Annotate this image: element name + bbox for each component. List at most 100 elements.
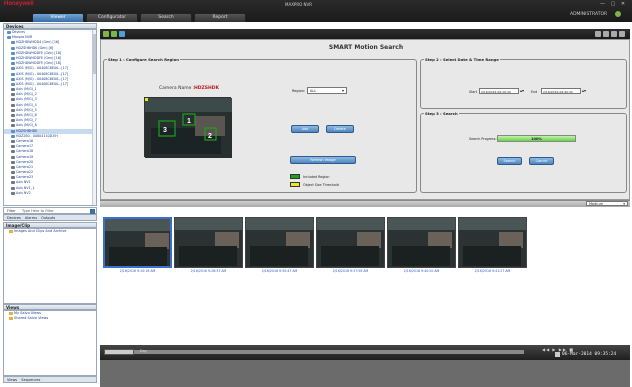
- device-icon: [11, 46, 15, 50]
- filter-icon[interactable]: [90, 208, 95, 214]
- device-icon: [11, 51, 15, 55]
- device-tree-label: Camera17: [16, 144, 34, 149]
- refresh-image-button[interactable]: Refresh Image: [290, 156, 356, 164]
- step2-group: Step 2 : Select Date & Time Range Start …: [420, 57, 627, 109]
- device-tree-label: HDZHDWHDDFE (Gen) [16]: [16, 55, 62, 60]
- delete-button[interactable]: Delete: [326, 125, 354, 133]
- device-tree-label: Axis (M/G)_1: [16, 87, 37, 92]
- window-controls[interactable]: — ▢ ✕: [600, 1, 627, 7]
- device-icon: [11, 93, 15, 97]
- progress-label: Search Progress:: [469, 137, 497, 141]
- thumbnail-size-dropdown[interactable]: Medium ▾: [586, 201, 628, 206]
- forward-icon[interactable]: [111, 31, 117, 37]
- add-button[interactable]: Add: [291, 125, 319, 133]
- timeline-track[interactable]: [104, 350, 524, 354]
- calendar-icon[interactable]: [555, 352, 560, 357]
- threshold-swatch: [290, 182, 300, 187]
- device-icon: [11, 165, 15, 169]
- smart-search-panel: SMART Motion Search Step 1 : Configure S…: [100, 39, 630, 200]
- progress-text: 100%: [531, 137, 542, 141]
- user-name[interactable]: ADMINISTRATOR: [570, 12, 607, 17]
- camera-name: HDZSHDK: [194, 86, 219, 91]
- search-button[interactable]: Search: [497, 157, 522, 165]
- thumbnail-size-value: Medium: [589, 202, 603, 206]
- device-tree-label: HDZHDWHDDFE (Gen) [16]: [16, 50, 62, 55]
- filter-bar: Filter Type Here to Filter: [3, 207, 97, 214]
- layout-3-icon[interactable]: [611, 31, 617, 37]
- folder-icon: [9, 312, 13, 315]
- device-icon: [11, 119, 15, 123]
- start-datetime[interactable]: 2/16/2016 09:10:32: [479, 88, 519, 94]
- device-icon: [11, 171, 15, 175]
- thumbnail-caption: 2/16/2016 9:30:47 AM: [261, 269, 298, 273]
- layout-2-icon[interactable]: [603, 31, 609, 37]
- device-icon: [11, 134, 15, 138]
- tab-report[interactable]: Report: [194, 13, 246, 22]
- result-thumbnail[interactable]: [174, 217, 243, 268]
- layout-1-icon[interactable]: [595, 31, 601, 37]
- tree-scrollbar[interactable]: [92, 30, 96, 205]
- camera-image[interactable]: 1 2 3: [144, 97, 232, 158]
- result-thumbnail[interactable]: [316, 217, 385, 268]
- start-spinner-icon[interactable]: ▴▾: [520, 88, 524, 93]
- included-swatch: [290, 174, 300, 179]
- device-tree-label: Camera16: [16, 138, 34, 143]
- device-tree-label: Axis (M/G)_7: [16, 118, 37, 123]
- tab-views[interactable]: Views: [7, 378, 17, 382]
- result-thumbnail[interactable]: [103, 217, 172, 268]
- result-thumbnail[interactable]: [245, 217, 314, 268]
- device-tree-label: Camera19: [16, 154, 34, 159]
- tab-configurator[interactable]: Configurator: [86, 13, 138, 22]
- views-panel: My Salvo Views Shared Salvo Views: [3, 310, 97, 376]
- user-icon[interactable]: [615, 11, 621, 17]
- device-tree-label: Axis (M/G)_3: [16, 97, 37, 102]
- results-area: 2/16/2016 9:10:16 AM 2/16/2016 9:26:37 AM…: [100, 207, 630, 345]
- timeline-handle[interactable]: [104, 349, 134, 355]
- device-tree-label: Camera21: [16, 164, 34, 169]
- tab-outputs[interactable]: Outputs: [41, 216, 55, 220]
- back-icon[interactable]: [103, 31, 109, 37]
- views-item-shared-salvo[interactable]: Shared Salvo Views: [4, 316, 96, 321]
- device-icon: [11, 108, 15, 112]
- device-tree-label: Devices: [12, 30, 25, 34]
- device-icon: [11, 41, 15, 45]
- app-title: MAXPRO NVR: [285, 2, 313, 7]
- device-tree-item[interactable]: Axis NV2: [4, 191, 96, 196]
- end-datetime[interactable]: 2/16/2016 09:40:32: [541, 88, 581, 94]
- device-tree-label: Axis NV2: [16, 190, 31, 195]
- result-thumbnail[interactable]: [387, 217, 456, 268]
- device-icon: [11, 103, 15, 107]
- device-tree-label: Camera23: [16, 175, 34, 180]
- region-1-label: 1: [187, 118, 191, 125]
- end-label: End: [531, 90, 538, 94]
- device-tree-label: Maxpro NVR: [12, 35, 33, 40]
- region-dropdown[interactable]: ALL ▾: [307, 87, 347, 94]
- tab-alarms[interactable]: Alarms: [25, 216, 37, 220]
- tab-devices[interactable]: Devices: [7, 216, 21, 220]
- main-toolbar: [100, 29, 630, 39]
- filter-input[interactable]: Type Here to Filter: [22, 209, 54, 213]
- end-spinner-icon[interactable]: ▴▾: [582, 88, 586, 93]
- result-thumbnail[interactable]: [458, 217, 527, 268]
- device-icon: [11, 155, 15, 159]
- device-icon: [11, 150, 15, 154]
- home-icon[interactable]: [119, 31, 125, 37]
- layout-4-icon[interactable]: [619, 31, 625, 37]
- day-label[interactable]: Day: [140, 349, 147, 353]
- region-label: Region:: [292, 89, 306, 93]
- thumbnail-caption: 2/16/2016 9:26:37 AM: [190, 269, 227, 273]
- device-tree-label: Axis (M/G)_4: [16, 102, 37, 107]
- imageclip-empty: Images And Clips And Archive: [4, 229, 96, 234]
- device-icon: [11, 62, 15, 66]
- tab-viewer[interactable]: Viewer: [32, 13, 84, 22]
- region-3-label: 3: [163, 127, 167, 134]
- device-tree-label: Axis NV1_1: [16, 185, 35, 190]
- tab-sequences[interactable]: Sequences: [21, 378, 40, 382]
- device-tree-label: HDZHDWHDD4 (Gen) [16]: [16, 40, 60, 45]
- device-tree[interactable]: Devices Maxpro NVR HDZHDWHDD4 (Gen) [16] HD…: [3, 29, 97, 206]
- cancel-button[interactable]: Cancel: [529, 157, 554, 165]
- device-tree-label: AXIS (M/G) - 00408C6E00...[17]: [16, 66, 69, 71]
- device-icon: [11, 67, 15, 71]
- tab-search[interactable]: Search: [140, 13, 192, 22]
- tree-scroll-thumb[interactable]: [92, 34, 96, 74]
